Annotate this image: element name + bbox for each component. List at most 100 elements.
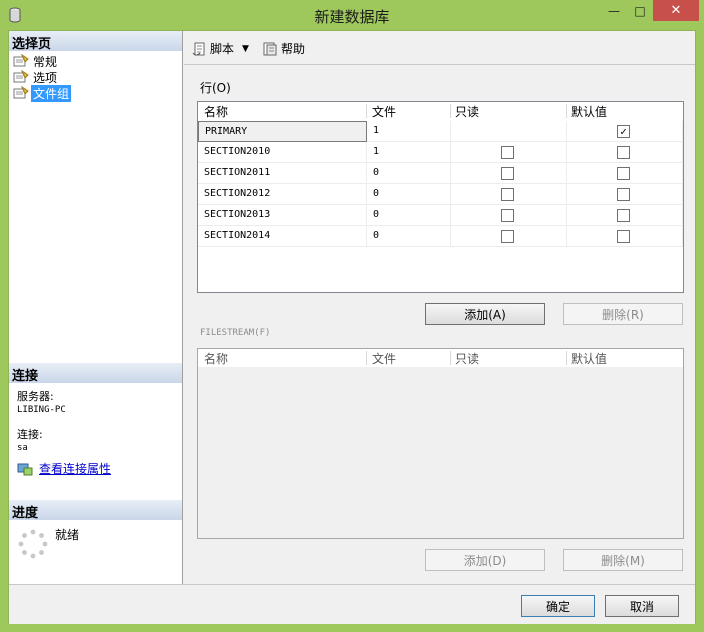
default-cell[interactable] xyxy=(567,184,683,205)
page-item-filegroups[interactable]: 文件组 xyxy=(13,84,72,102)
default-cell[interactable] xyxy=(567,142,683,163)
view-connection-properties[interactable]: 查看连接属性 xyxy=(17,462,111,476)
page-item-general[interactable]: 常规 xyxy=(13,53,71,69)
default-cell[interactable] xyxy=(567,163,683,184)
readonly-cell[interactable] xyxy=(451,142,567,163)
script-label: 脚本 xyxy=(210,42,235,56)
help-icon xyxy=(263,42,277,55)
script-button[interactable]: 脚本 ▼ xyxy=(192,40,249,57)
readonly-checkbox[interactable] xyxy=(501,209,514,222)
readonly-cell[interactable] xyxy=(451,205,567,226)
chevron-down-icon[interactable]: ▼ xyxy=(242,44,249,54)
readonly-cell[interactable] xyxy=(451,163,567,184)
table-row[interactable]: SECTION2010 1 xyxy=(198,142,683,163)
page-item-label: 文件组 xyxy=(31,84,72,102)
view-connection-properties-link[interactable]: 查看连接属性 xyxy=(39,463,111,475)
filegroup-name-cell[interactable]: PRIMARY xyxy=(198,121,367,142)
progress-spinner-icon xyxy=(18,529,48,559)
page-icon xyxy=(13,54,29,67)
column-header-files: 文件 xyxy=(372,105,397,119)
table-row[interactable]: PRIMARY 1 ✓ xyxy=(198,121,683,142)
rows-grid-header: 名称 文件 只读 默认值 xyxy=(198,102,683,120)
column-header-name: 名称 xyxy=(204,105,229,119)
readonly-cell[interactable] xyxy=(451,121,567,142)
connection-label: 连接: xyxy=(17,428,43,441)
default-cell[interactable]: ✓ xyxy=(567,121,683,142)
table-row[interactable]: SECTION2014 0 xyxy=(198,226,683,247)
cancel-button[interactable]: 取消 xyxy=(605,595,679,617)
dialog-footer: 确定 取消 xyxy=(9,584,695,624)
filegroup-name-cell[interactable]: SECTION2011 xyxy=(198,163,367,184)
column-header-readonly: 只读 xyxy=(455,352,480,366)
server-label: 服务器: xyxy=(17,390,54,403)
table-row[interactable]: SECTION2011 0 xyxy=(198,163,683,184)
page-item-label: 选项 xyxy=(33,70,58,85)
progress-status: 就绪 xyxy=(55,528,80,542)
help-label: 帮助 xyxy=(281,42,306,56)
filegroup-name-cell[interactable]: SECTION2010 xyxy=(198,142,367,163)
page-list: 常规 选项 文件组 xyxy=(13,53,72,102)
files-count-cell[interactable]: 0 xyxy=(367,205,451,226)
page-icon xyxy=(13,70,29,83)
new-database-dialog: 新建数据库 — □ ✕ 选择页 常规 选项 文件组 连接 服务器: LIBING… xyxy=(0,0,704,632)
default-checkbox[interactable] xyxy=(617,188,630,201)
script-icon xyxy=(192,42,205,55)
filegroup-name-cell[interactable]: SECTION2012 xyxy=(198,184,367,205)
filegroup-name-cell[interactable]: SECTION2013 xyxy=(198,205,367,226)
default-checkbox[interactable] xyxy=(617,146,630,159)
column-header-name: 名称 xyxy=(204,352,229,366)
connection-value: sa xyxy=(17,443,28,453)
readonly-checkbox[interactable] xyxy=(501,146,514,159)
rows-grid: 名称 文件 只读 默认值 PRIMARY 1 ✓ SECTION2010 1 SECTIO… xyxy=(197,101,684,293)
page-icon xyxy=(13,86,29,99)
files-count-cell[interactable]: 0 xyxy=(367,184,451,205)
toolbar: 脚本 ▼ 帮助 xyxy=(184,31,695,65)
readonly-cell[interactable] xyxy=(451,184,567,205)
server-value: LIBING-PC xyxy=(17,405,66,415)
progress-header: 进度 xyxy=(9,500,182,521)
left-pane: 选择页 常规 选项 文件组 连接 服务器: LIBING-PC 连接: sa 查… xyxy=(9,31,183,584)
files-count-cell[interactable]: 0 xyxy=(367,163,451,184)
files-count-cell[interactable]: 1 xyxy=(367,121,451,142)
readonly-checkbox[interactable] xyxy=(501,230,514,243)
maximize-button[interactable]: □ xyxy=(627,0,653,21)
remove-filegroup-button[interactable]: 删除(R) xyxy=(563,303,683,325)
readonly-checkbox[interactable] xyxy=(501,188,514,201)
filestream-grid-header: 名称 文件 只读 默认值 xyxy=(198,349,683,367)
remove-filestream-button[interactable]: 删除(M) xyxy=(563,549,683,571)
add-filestream-button[interactable]: 添加(D) xyxy=(425,549,545,571)
column-header-files: 文件 xyxy=(372,352,397,366)
files-count-cell[interactable]: 1 xyxy=(367,142,451,163)
add-filegroup-button[interactable]: 添加(A) xyxy=(425,303,545,325)
close-button[interactable]: ✕ xyxy=(653,0,699,21)
ok-button[interactable]: 确定 xyxy=(521,595,595,617)
rows-group-label: 行(O) xyxy=(200,81,231,95)
readonly-checkbox[interactable] xyxy=(501,167,514,180)
dialog-client: 选择页 常规 选项 文件组 连接 服务器: LIBING-PC 连接: sa 查… xyxy=(8,30,696,624)
filestream-group-label: FILESTREAM(F) xyxy=(200,328,271,338)
default-checkbox[interactable] xyxy=(617,230,630,243)
column-header-default: 默认值 xyxy=(571,105,608,119)
window-title: 新建数据库 xyxy=(314,8,390,26)
default-cell[interactable] xyxy=(567,226,683,247)
default-checkbox[interactable] xyxy=(617,209,630,222)
filestream-grid: 名称 文件 只读 默认值 xyxy=(197,348,684,539)
default-cell[interactable] xyxy=(567,205,683,226)
column-header-readonly: 只读 xyxy=(455,105,480,119)
select-page-header: 选择页 xyxy=(9,31,182,52)
page-item-label: 常规 xyxy=(33,54,58,69)
minimize-button[interactable]: — xyxy=(601,0,627,21)
connection-properties-icon xyxy=(17,463,33,476)
connection-header: 连接 xyxy=(9,363,182,384)
files-count-cell[interactable]: 0 xyxy=(367,226,451,247)
title-bar: 新建数据库 — □ ✕ xyxy=(0,0,704,30)
default-checkbox[interactable]: ✓ xyxy=(617,125,630,138)
default-checkbox[interactable] xyxy=(617,167,630,180)
table-row[interactable]: SECTION2012 0 xyxy=(198,184,683,205)
column-header-default: 默认值 xyxy=(571,352,608,366)
readonly-cell[interactable] xyxy=(451,226,567,247)
table-row[interactable]: SECTION2013 0 xyxy=(198,205,683,226)
help-button[interactable]: 帮助 xyxy=(262,40,305,57)
filegroup-name-cell[interactable]: SECTION2014 xyxy=(198,226,367,247)
page-item-options[interactable]: 选项 xyxy=(13,69,71,85)
